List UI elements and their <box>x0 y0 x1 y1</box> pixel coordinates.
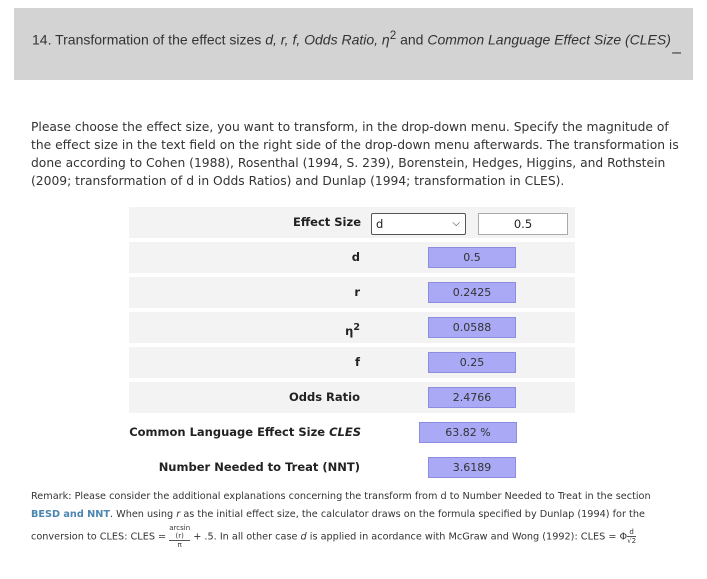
title-prefix: 14. Transformation of the effect sizes <box>32 31 266 48</box>
result-value-d: 0.5 <box>428 247 516 268</box>
result-label-cles: Common Language Effect Size CLES <box>129 417 361 448</box>
section-header[interactable]: 14. Transformation of the effect sizes d… <box>14 8 693 80</box>
remark-part-2: . When using <box>109 509 177 520</box>
title-and: and <box>396 31 428 48</box>
effect-size-input-row: Effect Size d ⌵ 0.5 <box>129 207 575 238</box>
result-row-f: f 0.25 <box>129 347 575 378</box>
chevron-down-icon: ⌵ <box>452 218 460 229</box>
remark-part-1: Remark: Please consider the additional e… <box>31 491 651 502</box>
result-value-nnt: 3.6189 <box>428 457 516 478</box>
cles-label-italic: CLES <box>329 425 361 439</box>
remark-part-5: is applied in acordance with McGraw and … <box>306 531 628 543</box>
result-row-d: d 0.5 <box>129 242 575 273</box>
result-row-eta2: η2 0.0588 <box>129 312 575 343</box>
effect-size-label: Effect Size <box>292 215 361 229</box>
frac-bottom: π <box>169 540 191 549</box>
cles-label-text: Common Language Effect Size <box>129 425 330 439</box>
result-row-r: r 0.2425 <box>129 277 575 308</box>
result-row-odds-ratio: Odds Ratio 2.4766 <box>129 382 575 413</box>
remark-text: Remark: Please consider the additional e… <box>31 488 671 549</box>
frac2-bottom: √2 <box>627 536 637 545</box>
effect-size-input[interactable]: 0.5 <box>478 213 568 235</box>
frac2-top: d <box>629 528 634 536</box>
result-row-nnt: Number Needed to Treat (NNT) 3.6189 <box>129 452 575 483</box>
collapse-icon[interactable]: – <box>672 44 681 62</box>
effect-size-calculator: Effect Size d ⌵ 0.5 d 0.5 r 0.2425 η2 0.… <box>129 207 575 487</box>
title-vars: d, r, f, Odds Ratio, η <box>265 31 390 48</box>
besd-nnt-link[interactable]: BESD and NNT <box>31 509 110 520</box>
title-cles: Common Language Effect Size (CLES) <box>427 31 671 48</box>
eta-sup: 2 <box>353 322 360 333</box>
result-label-f: f <box>354 355 360 369</box>
result-value-cles: 63.82 % <box>419 422 517 443</box>
result-value-r: 0.2425 <box>428 282 516 303</box>
cles-formula-fraction: arcsin (r) π <box>169 524 191 549</box>
section-title: 14. Transformation of the effect sizes d… <box>32 27 672 49</box>
result-label-nnt: Number Needed to Treat (NNT) <box>158 460 360 474</box>
result-label-odds-ratio: Odds Ratio <box>288 390 360 404</box>
result-row-cles: Common Language Effect Size CLES 63.82 % <box>129 417 575 448</box>
mcgraw-formula-fraction: d √2 <box>627 528 637 545</box>
frac-mid: (r) <box>175 532 184 540</box>
result-value-eta2: 0.0588 <box>428 317 516 338</box>
result-label-r: r <box>354 285 360 299</box>
frac-top: arcsin <box>169 524 191 532</box>
effect-size-select[interactable]: d ⌵ <box>371 213 466 235</box>
intro-text: Please choose the effect size, you want … <box>31 120 679 188</box>
effect-size-select-value: d <box>376 217 384 231</box>
result-value-odds-ratio: 2.4766 <box>428 387 516 408</box>
result-label-eta2: η2 <box>345 312 360 343</box>
remark-part-4: + .5. In all other case <box>190 531 301 543</box>
result-label-d: d <box>351 250 360 264</box>
result-value-f: 0.25 <box>428 352 516 373</box>
